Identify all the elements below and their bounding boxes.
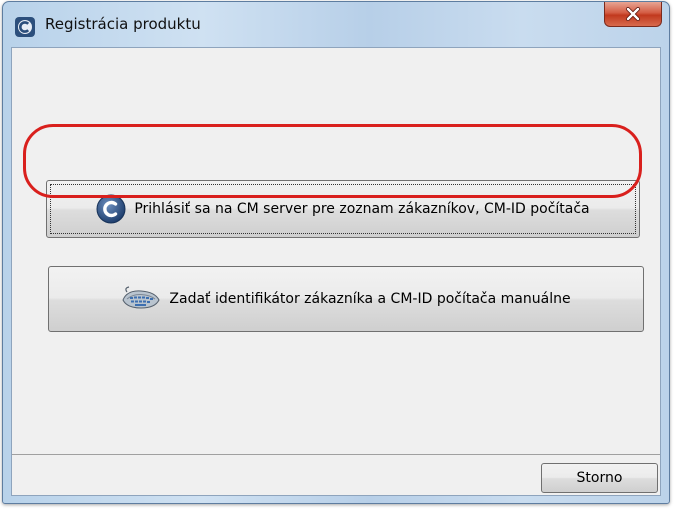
- close-icon: [625, 7, 641, 21]
- product-c-icon: [15, 17, 35, 37]
- cancel-button[interactable]: Storno: [541, 463, 658, 493]
- window-title: Registrácia produktu: [45, 15, 201, 33]
- dialog-window: Registrácia produktu Prihlásiť sa na CM …: [2, 1, 670, 504]
- close-button[interactable]: [604, 2, 662, 27]
- dialog-content: Prihlásiť sa na CM server pre zoznam zák…: [11, 47, 661, 496]
- keyboard-icon: [121, 286, 161, 312]
- login-cm-server-button[interactable]: Prihlásiť sa na CM server pre zoznam zák…: [46, 180, 640, 238]
- footer-separator: [12, 454, 660, 455]
- manual-entry-label: Zadať identifikátor zákazníka a CM-ID po…: [169, 291, 571, 307]
- login-cm-server-label: Prihlásiť sa na CM server pre zoznam zák…: [134, 201, 590, 217]
- manual-entry-button[interactable]: Zadať identifikátor zákazníka a CM-ID po…: [48, 266, 644, 332]
- c-logo-icon: [96, 194, 126, 224]
- title-bar[interactable]: Registrácia produktu: [3, 2, 669, 46]
